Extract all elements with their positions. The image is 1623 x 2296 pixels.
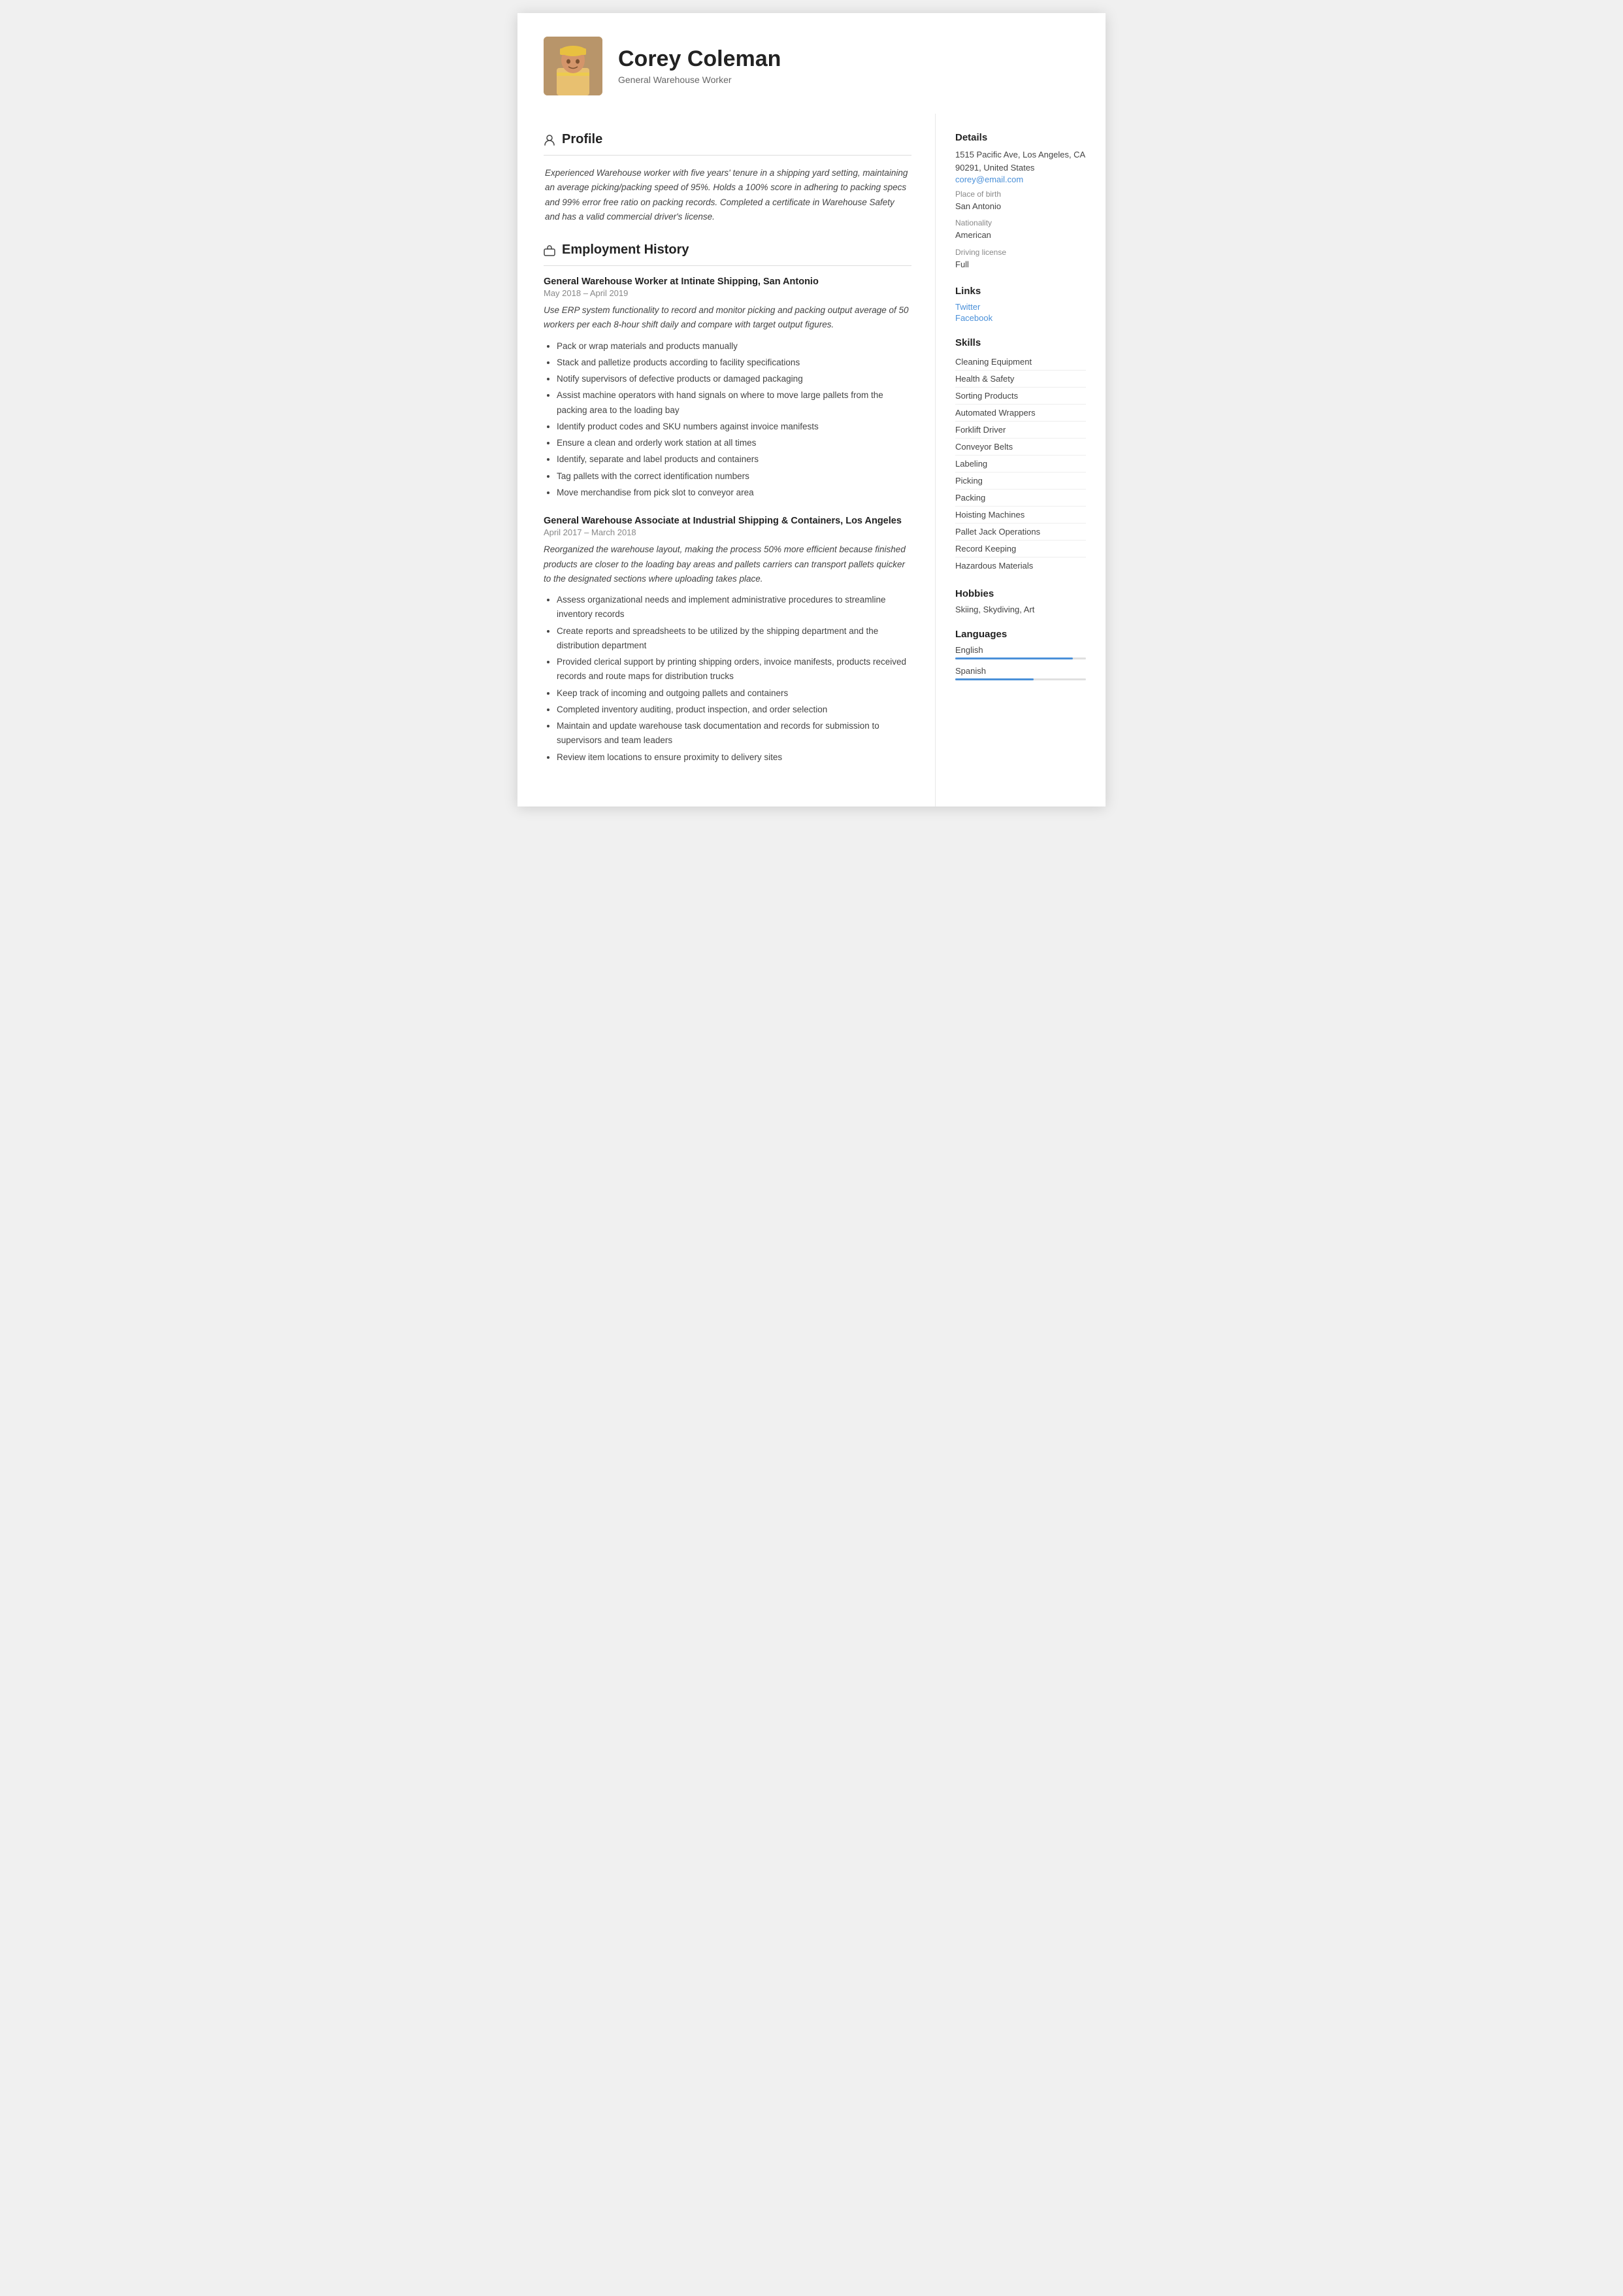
language-spanish: Spanish xyxy=(955,666,1086,680)
job-2-desc: Reorganized the warehouse layout, making… xyxy=(544,542,911,586)
list-item: Stack and palletize products according t… xyxy=(557,356,911,370)
list-item: Create reports and spreadsheets to be ut… xyxy=(557,624,911,654)
list-item: Notify supervisors of defective products… xyxy=(557,372,911,386)
job-2-dates: April 2017 – March 2018 xyxy=(544,527,911,537)
skill-item: Labeling xyxy=(955,456,1086,473)
list-item: Pack or wrap materials and products manu… xyxy=(557,339,911,354)
list-item: Maintain and update warehouse task docum… xyxy=(557,719,911,748)
language-english-name: English xyxy=(955,645,1086,655)
driving-license: Full xyxy=(955,258,1086,271)
list-item: Tag pallets with the correct identificat… xyxy=(557,469,911,484)
candidate-name: Corey Coleman xyxy=(618,47,781,71)
skill-item: Pallet Jack Operations xyxy=(955,524,1086,541)
list-item: Assess organizational needs and implemen… xyxy=(557,593,911,622)
hobbies-section: Hobbies Skiing, Skydiving, Art xyxy=(955,588,1086,614)
skill-item: Health & Safety xyxy=(955,371,1086,388)
job-1-dates: May 2018 – April 2019 xyxy=(544,288,911,298)
nationality-label: Nationality xyxy=(955,218,1086,227)
skill-item: Hazardous Materials xyxy=(955,557,1086,574)
languages-title: Languages xyxy=(955,629,1086,640)
list-item: Identify product codes and SKU numbers a… xyxy=(557,420,911,434)
driving-license-label: Driving license xyxy=(955,248,1086,257)
nationality: American xyxy=(955,229,1086,242)
skill-item: Record Keeping xyxy=(955,541,1086,557)
language-spanish-name: Spanish xyxy=(955,666,1086,676)
left-column: Profile Experienced Warehouse worker wit… xyxy=(517,114,936,807)
list-item: Assist machine operators with hand signa… xyxy=(557,388,911,418)
email-link[interactable]: corey@email.com xyxy=(955,175,1086,184)
profile-section-title: Profile xyxy=(562,132,602,147)
place-of-birth: San Antonio xyxy=(955,200,1086,213)
details-title: Details xyxy=(955,132,1086,143)
language-english: English xyxy=(955,645,1086,659)
skill-item: Sorting Products xyxy=(955,388,1086,405)
list-item: Identify, separate and label products an… xyxy=(557,452,911,467)
language-english-bar-bg xyxy=(955,657,1086,659)
skill-item: Cleaning Equipment xyxy=(955,354,1086,371)
avatar xyxy=(544,37,602,95)
links-title: Links xyxy=(955,286,1086,297)
skill-item: Automated Wrappers xyxy=(955,405,1086,422)
address: 1515 Pacific Ave, Los Angeles, CA 90291,… xyxy=(955,148,1086,175)
twitter-link[interactable]: Twitter xyxy=(955,302,1086,312)
main-content: Profile Experienced Warehouse worker wit… xyxy=(517,114,1106,807)
employment-section-title: Employment History xyxy=(562,242,689,258)
hobbies-text: Skiing, Skydiving, Art xyxy=(955,605,1086,614)
skill-item: Forklift Driver xyxy=(955,422,1086,439)
job-2-title: General Warehouse Associate at Industria… xyxy=(544,516,911,526)
details-section: Details 1515 Pacific Ave, Los Angeles, C… xyxy=(955,132,1086,271)
facebook-link[interactable]: Facebook xyxy=(955,313,1086,323)
place-of-birth-label: Place of birth xyxy=(955,190,1086,199)
profile-text: Experienced Warehouse worker with five y… xyxy=(545,166,911,224)
employment-icon xyxy=(544,244,555,256)
job-1-bullets: Pack or wrap materials and products manu… xyxy=(544,339,911,501)
skills-title: Skills xyxy=(955,337,1086,348)
list-item: Completed inventory auditing, product in… xyxy=(557,703,911,717)
list-item: Ensure a clean and orderly work station … xyxy=(557,436,911,450)
skill-item: Packing xyxy=(955,490,1086,507)
right-column: Details 1515 Pacific Ave, Los Angeles, C… xyxy=(936,114,1106,807)
job-2-bullets: Assess organizational needs and implemen… xyxy=(544,593,911,765)
resume-document: Corey Coleman General Warehouse Worker P… xyxy=(517,13,1106,807)
skill-item: Picking xyxy=(955,473,1086,490)
job-1: General Warehouse Worker at Intinate Shi… xyxy=(544,276,911,500)
candidate-title: General Warehouse Worker xyxy=(618,75,781,85)
links-section: Links Twitter Facebook xyxy=(955,286,1086,323)
job-1-title: General Warehouse Worker at Intinate Shi… xyxy=(544,276,911,287)
employment-divider xyxy=(544,265,911,266)
profile-divider xyxy=(544,155,911,156)
hobbies-title: Hobbies xyxy=(955,588,1086,599)
resume-header: Corey Coleman General Warehouse Worker xyxy=(517,13,1106,114)
list-item: Provided clerical support by printing sh… xyxy=(557,655,911,684)
language-spanish-bar-fill xyxy=(955,678,1034,680)
skills-section: Skills Cleaning Equipment Health & Safet… xyxy=(955,337,1086,574)
list-item: Keep track of incoming and outgoing pall… xyxy=(557,686,911,701)
employment-section-header: Employment History xyxy=(544,242,911,258)
languages-section: Languages English Spanish xyxy=(955,629,1086,680)
header-text: Corey Coleman General Warehouse Worker xyxy=(618,47,781,84)
profile-section-header: Profile xyxy=(544,132,911,147)
skill-item: Hoisting Machines xyxy=(955,507,1086,524)
job-1-desc: Use ERP system functionality to record a… xyxy=(544,303,911,333)
skill-item: Conveyor Belts xyxy=(955,439,1086,456)
language-spanish-bar-bg xyxy=(955,678,1086,680)
list-item: Move merchandise from pick slot to conve… xyxy=(557,486,911,500)
profile-icon xyxy=(544,134,555,146)
list-item: Review item locations to ensure proximit… xyxy=(557,750,911,765)
language-english-bar-fill xyxy=(955,657,1073,659)
job-2: General Warehouse Associate at Industria… xyxy=(544,516,911,765)
